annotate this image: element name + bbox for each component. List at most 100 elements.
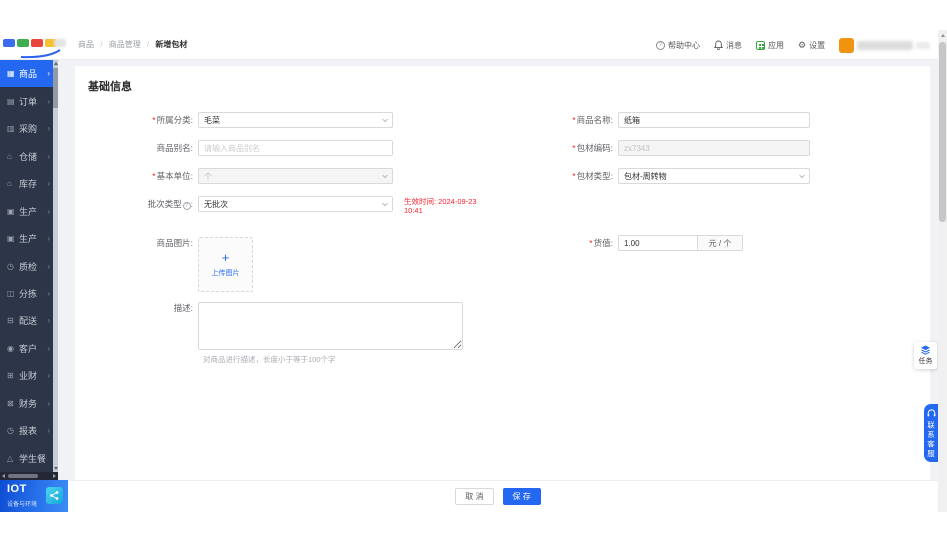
bell-icon xyxy=(714,40,723,50)
scroll-up-arrow-icon[interactable] xyxy=(940,34,945,37)
headset-icon xyxy=(927,409,935,417)
chevron-down-icon xyxy=(382,172,388,179)
app-window: 商品 / 商品管理 / 新增包材 ? 帮助中心 消息 应用 ⚙ 设置 ▦ 商品 … xyxy=(0,0,947,547)
help-center-label: 帮助中心 xyxy=(668,40,700,50)
sidebar-item-label: 生产 xyxy=(19,234,38,245)
brand-subtitle: 设备与环境 xyxy=(7,502,38,508)
category-label: *所属分类: xyxy=(152,115,193,125)
sidebar-item-orders[interactable]: ▤ 订单 › xyxy=(0,87,58,114)
material-type-select[interactable]: 包材-周转物 xyxy=(618,168,810,184)
horizontal-scrollbar-thumb[interactable] xyxy=(8,474,38,478)
category-value: 毛菜 xyxy=(204,115,220,125)
gear-icon: ⚙ xyxy=(798,39,807,50)
sidebar-nav: ▦ 商品 › ▤ 订单 › ▥ 采购 › ⌂ 仓储 › ⌂ 库存 › ▣ 生产 … xyxy=(0,60,58,472)
save-button[interactable]: 保 存 xyxy=(502,488,541,505)
description-textarea[interactable] xyxy=(198,302,463,350)
field-row-material-type: *包材类型: 包材-周转物 xyxy=(533,168,810,184)
sidebar-item-label: 质检 xyxy=(19,261,38,272)
scroll-left-arrow-icon[interactable] xyxy=(2,474,5,478)
username-redacted-2 xyxy=(916,41,931,49)
sorting-icon: ◫ xyxy=(7,288,15,298)
sidebar-item-label: 库存 xyxy=(19,179,38,190)
sidebar-item-label: 采购 xyxy=(19,124,38,135)
sidebar-item-label: 报表 xyxy=(19,426,38,437)
chevron-right-icon: › xyxy=(47,316,50,326)
sidebar-item-products[interactable]: ▦ 商品 › xyxy=(0,60,58,88)
sidebar-item-sorting[interactable]: ◫ 分拣 › xyxy=(0,280,58,307)
scroll-up-arrow-icon[interactable] xyxy=(53,62,58,65)
alias-input[interactable] xyxy=(198,140,393,156)
image-upload-box[interactable]: + 上传图片 xyxy=(198,237,253,292)
sidebar-item-label: 财务 xyxy=(19,398,38,409)
inventory-icon: ⌂ xyxy=(7,179,12,189)
goods-value-unit-suffix: 元 / 个 xyxy=(698,235,743,251)
chevron-right-icon: › xyxy=(47,179,50,189)
messages-label: 消息 xyxy=(726,40,742,50)
page-vertical-scrollbar[interactable] xyxy=(938,30,947,512)
iot-brand-badge: IOT 设备与环境 xyxy=(0,480,68,512)
sidebar-scrollbar-thumb[interactable] xyxy=(53,68,58,108)
sidebar-item-production-2[interactable]: ▣ 生产 › xyxy=(0,225,58,252)
product-image-label: 商品图片: xyxy=(156,238,193,248)
sidebar-item-label: 商品 xyxy=(19,69,38,80)
sidebar-item-business-finance[interactable]: ⊞ 业财 › xyxy=(0,362,58,389)
sidebar-item-customers[interactable]: ◉ 客户 › xyxy=(0,335,58,362)
customer-service-tab[interactable]: 联系客服 xyxy=(924,404,938,462)
scroll-down-arrow-icon[interactable] xyxy=(53,467,58,470)
chevron-right-icon: › xyxy=(47,151,50,161)
sidebar-item-quality-check[interactable]: ◷ 质检 › xyxy=(0,252,58,279)
messages-button[interactable]: 消息 xyxy=(714,40,742,51)
info-icon[interactable]: ? xyxy=(182,201,191,210)
unit-select-disabled: 个 xyxy=(198,168,393,184)
user-account-button[interactable] xyxy=(839,37,931,53)
sidebar-item-purchasing[interactable]: ▥ 采购 › xyxy=(0,115,58,142)
sidebar-item-production-1[interactable]: ▣ 生产 › xyxy=(0,197,58,224)
alias-label: 商品别名: xyxy=(156,143,193,153)
sidebar-horizontal-scrollbar[interactable] xyxy=(0,472,58,480)
breadcrumb-item-current: 新增包材 xyxy=(155,40,188,49)
breadcrumb-item-products[interactable]: 商品 xyxy=(78,40,94,49)
required-mark: * xyxy=(572,143,576,153)
sidebar-item-label: 配送 xyxy=(19,316,38,327)
product-name-input[interactable] xyxy=(618,112,810,128)
goods-value-input[interactable] xyxy=(618,235,698,251)
sidebar-item-delivery[interactable]: ⊟ 配送 › xyxy=(0,307,58,334)
cancel-button[interactable]: 取 消 xyxy=(455,488,494,505)
sidebar-item-student-meals[interactable]: △ 学生餐 xyxy=(0,445,58,472)
breadcrumb-separator: / xyxy=(146,40,150,49)
material-code-label: *包材编码: xyxy=(572,143,613,153)
sidebar-item-label: 订单 xyxy=(19,96,38,107)
chevron-right-icon: › xyxy=(47,69,50,79)
sidebar-item-finance[interactable]: ⊠ 财务 › xyxy=(0,390,58,417)
help-center-button[interactable]: ? 帮助中心 xyxy=(656,40,700,51)
logo-swoosh-icon xyxy=(20,49,61,59)
description-hint: 对商品进行描述，长度小于等于100个字 xyxy=(203,355,336,364)
settings-button[interactable]: ⚙ 设置 xyxy=(798,40,825,51)
batch-type-label: 批次类型?: xyxy=(147,199,193,210)
sidebar-item-label: 生产 xyxy=(19,206,38,217)
field-row-category: *所属分类: 毛菜 xyxy=(113,112,393,128)
scroll-right-arrow-icon[interactable] xyxy=(53,474,56,478)
breadcrumb-item-product-management[interactable]: 商品管理 xyxy=(109,40,141,49)
apps-button[interactable]: 应用 xyxy=(756,40,784,51)
sidebar-vertical-scrollbar[interactable] xyxy=(53,60,58,472)
orders-icon: ▤ xyxy=(7,96,15,106)
required-mark: * xyxy=(152,171,156,181)
sidebar-item-warehousing[interactable]: ⌂ 仓储 › xyxy=(0,142,58,169)
delivery-icon: ⊟ xyxy=(7,316,14,326)
required-mark: * xyxy=(572,171,576,181)
chevron-right-icon: › xyxy=(47,426,50,436)
chevron-right-icon: › xyxy=(47,288,50,298)
avatar xyxy=(839,37,855,53)
sidebar-item-inventory[interactable]: ⌂ 库存 › xyxy=(0,170,58,197)
required-mark: * xyxy=(572,115,576,125)
layers-icon xyxy=(921,345,930,355)
batch-type-select[interactable]: 无批次 xyxy=(198,196,393,212)
tasks-floating-button[interactable]: 任务 xyxy=(914,342,937,369)
sidebar-item-label: 业财 xyxy=(19,371,38,382)
section-title: 基础信息 xyxy=(88,81,132,93)
unit-label: *基本单位: xyxy=(152,171,193,181)
page-scrollbar-thumb[interactable] xyxy=(939,42,946,222)
sidebar-item-reports[interactable]: ◷ 报表 › xyxy=(0,417,58,444)
category-select[interactable]: 毛菜 xyxy=(198,112,393,128)
